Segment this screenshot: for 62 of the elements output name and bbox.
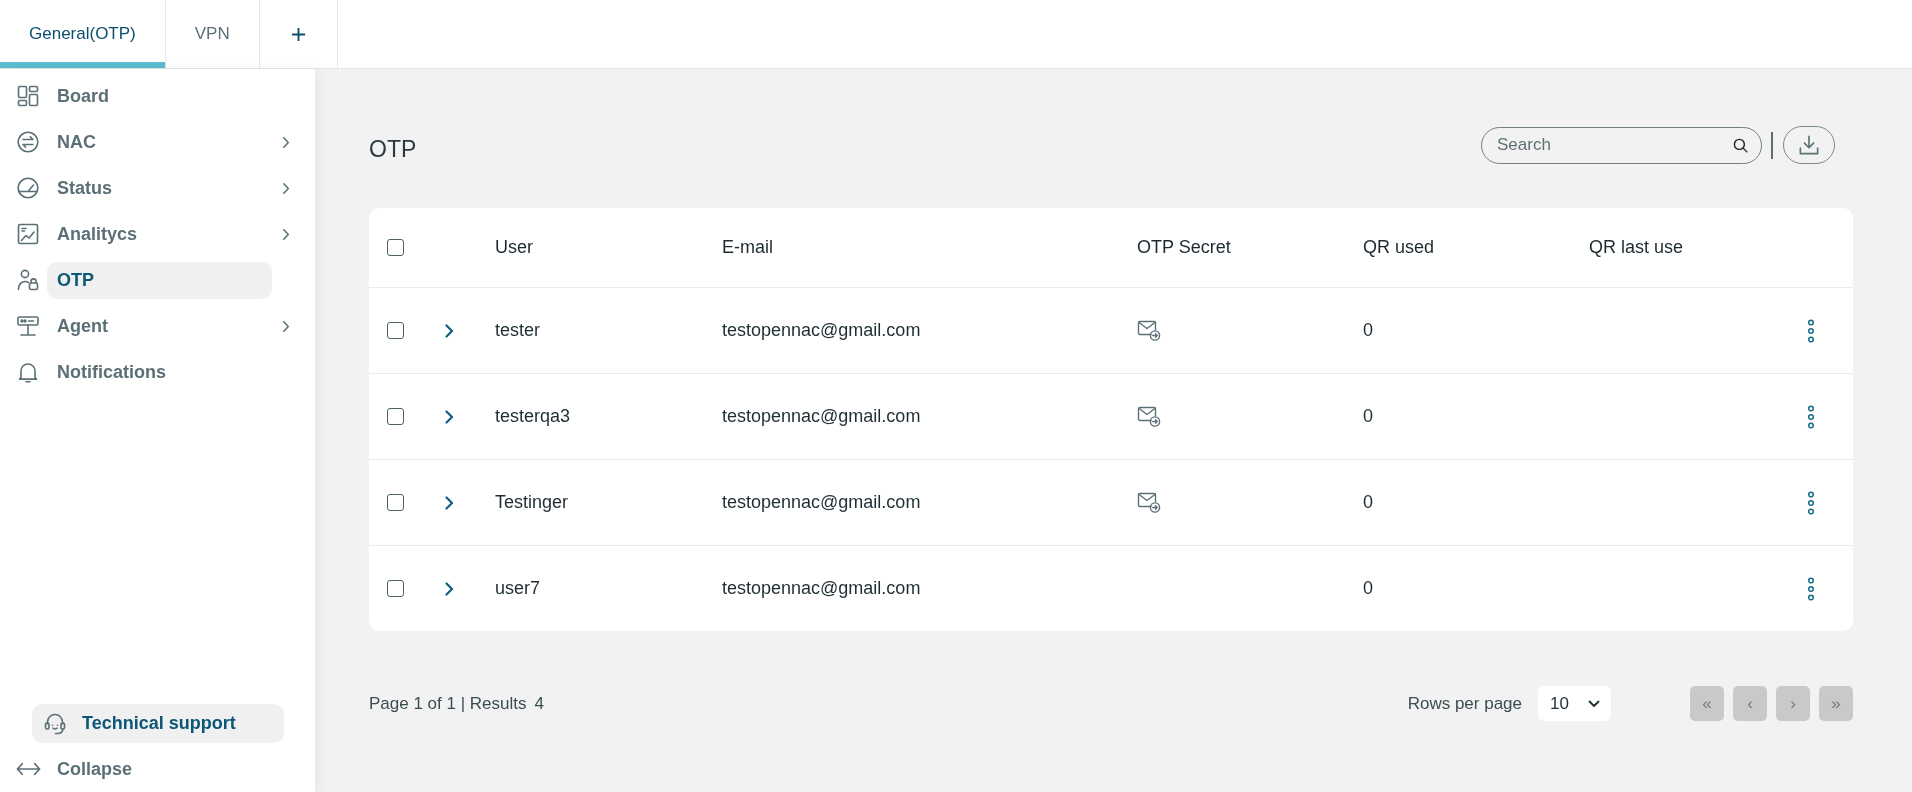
table-cell-text: testerqa3 xyxy=(495,406,572,427)
row-menu-button[interactable] xyxy=(1805,575,1817,602)
row-menu-button[interactable] xyxy=(1805,403,1817,430)
exchange-arrows-icon xyxy=(16,130,40,154)
device-icon xyxy=(16,314,40,338)
sidebar-item[interactable]: Board xyxy=(0,73,315,119)
plus-icon xyxy=(290,26,306,42)
column-header: User xyxy=(495,237,534,258)
chevron-right-icon[interactable] xyxy=(445,581,454,596)
page-summary: Page 1 of 1 | Results xyxy=(369,693,527,714)
rows-per-page-select[interactable]: 10 xyxy=(1538,686,1611,721)
table-cell-text: tester xyxy=(495,320,542,341)
sidebar-item[interactable]: NAC xyxy=(0,119,315,165)
headset-icon xyxy=(43,711,67,736)
rows-per-page-label: Rows per page xyxy=(1407,693,1522,714)
table-cell-text: testopennac@gmail.com xyxy=(722,492,922,513)
column-header: QR last use xyxy=(1589,237,1685,258)
kebab-icon xyxy=(1807,490,1815,515)
search-icon xyxy=(1733,137,1748,153)
sidebar-item[interactable]: Status xyxy=(0,165,315,211)
table-cell-text: 0 xyxy=(1363,578,1374,599)
sidebar-item[interactable]: Analitycs xyxy=(0,211,315,257)
table-cell-text: testopennac@gmail.com xyxy=(722,578,922,599)
caret-icon xyxy=(1588,699,1600,708)
chart-icon xyxy=(16,222,40,246)
row-menu-button[interactable] xyxy=(1805,489,1817,516)
user-lock-icon xyxy=(16,268,40,292)
table-cell-text: user7 xyxy=(495,578,542,599)
technical-support-button[interactable]: Technical support xyxy=(32,704,284,743)
chevron-right-icon[interactable] xyxy=(445,323,454,338)
table-cell-text: Testinger xyxy=(495,492,570,513)
row-menu-button[interactable] xyxy=(1805,317,1817,344)
chevron-right-icon[interactable] xyxy=(445,495,454,510)
page-title: OTP xyxy=(369,135,417,163)
checkbox[interactable] xyxy=(387,494,404,511)
table-cell-text: testopennac@gmail.com xyxy=(722,406,922,427)
table-cell-text: 0 xyxy=(1363,492,1374,513)
column-header: E-mail xyxy=(722,237,774,258)
search-field[interactable]: Search xyxy=(1481,126,1762,164)
sidebar-item[interactable]: Agent xyxy=(0,303,315,349)
table-cell-text: 0 xyxy=(1363,406,1374,427)
result-count: 4 xyxy=(534,693,544,714)
kebab-icon xyxy=(1807,576,1815,601)
column-header: QR used xyxy=(1363,237,1436,258)
download-icon xyxy=(1799,135,1819,155)
kebab-icon xyxy=(1807,318,1815,343)
checkbox[interactable] xyxy=(387,322,404,339)
kebab-icon xyxy=(1807,404,1815,429)
tab[interactable]: General(OTP) xyxy=(0,0,166,68)
checkbox[interactable] xyxy=(387,239,404,256)
bell-icon xyxy=(16,360,40,384)
checkbox[interactable] xyxy=(387,580,404,597)
table-cell-text: 0 xyxy=(1363,320,1374,341)
collapse-button[interactable]: Collapse xyxy=(0,754,133,784)
dashboard-icon xyxy=(16,84,40,108)
table-cell-text: testopennac@gmail.com xyxy=(722,320,922,341)
chevron-right-icon[interactable] xyxy=(445,409,454,424)
checkbox[interactable] xyxy=(387,408,404,425)
column-header: OTP Secret xyxy=(1137,237,1232,258)
double-arrow-icon xyxy=(16,762,41,776)
gauge-icon xyxy=(16,176,40,200)
sidebar-item[interactable]: Notifications xyxy=(0,349,315,395)
